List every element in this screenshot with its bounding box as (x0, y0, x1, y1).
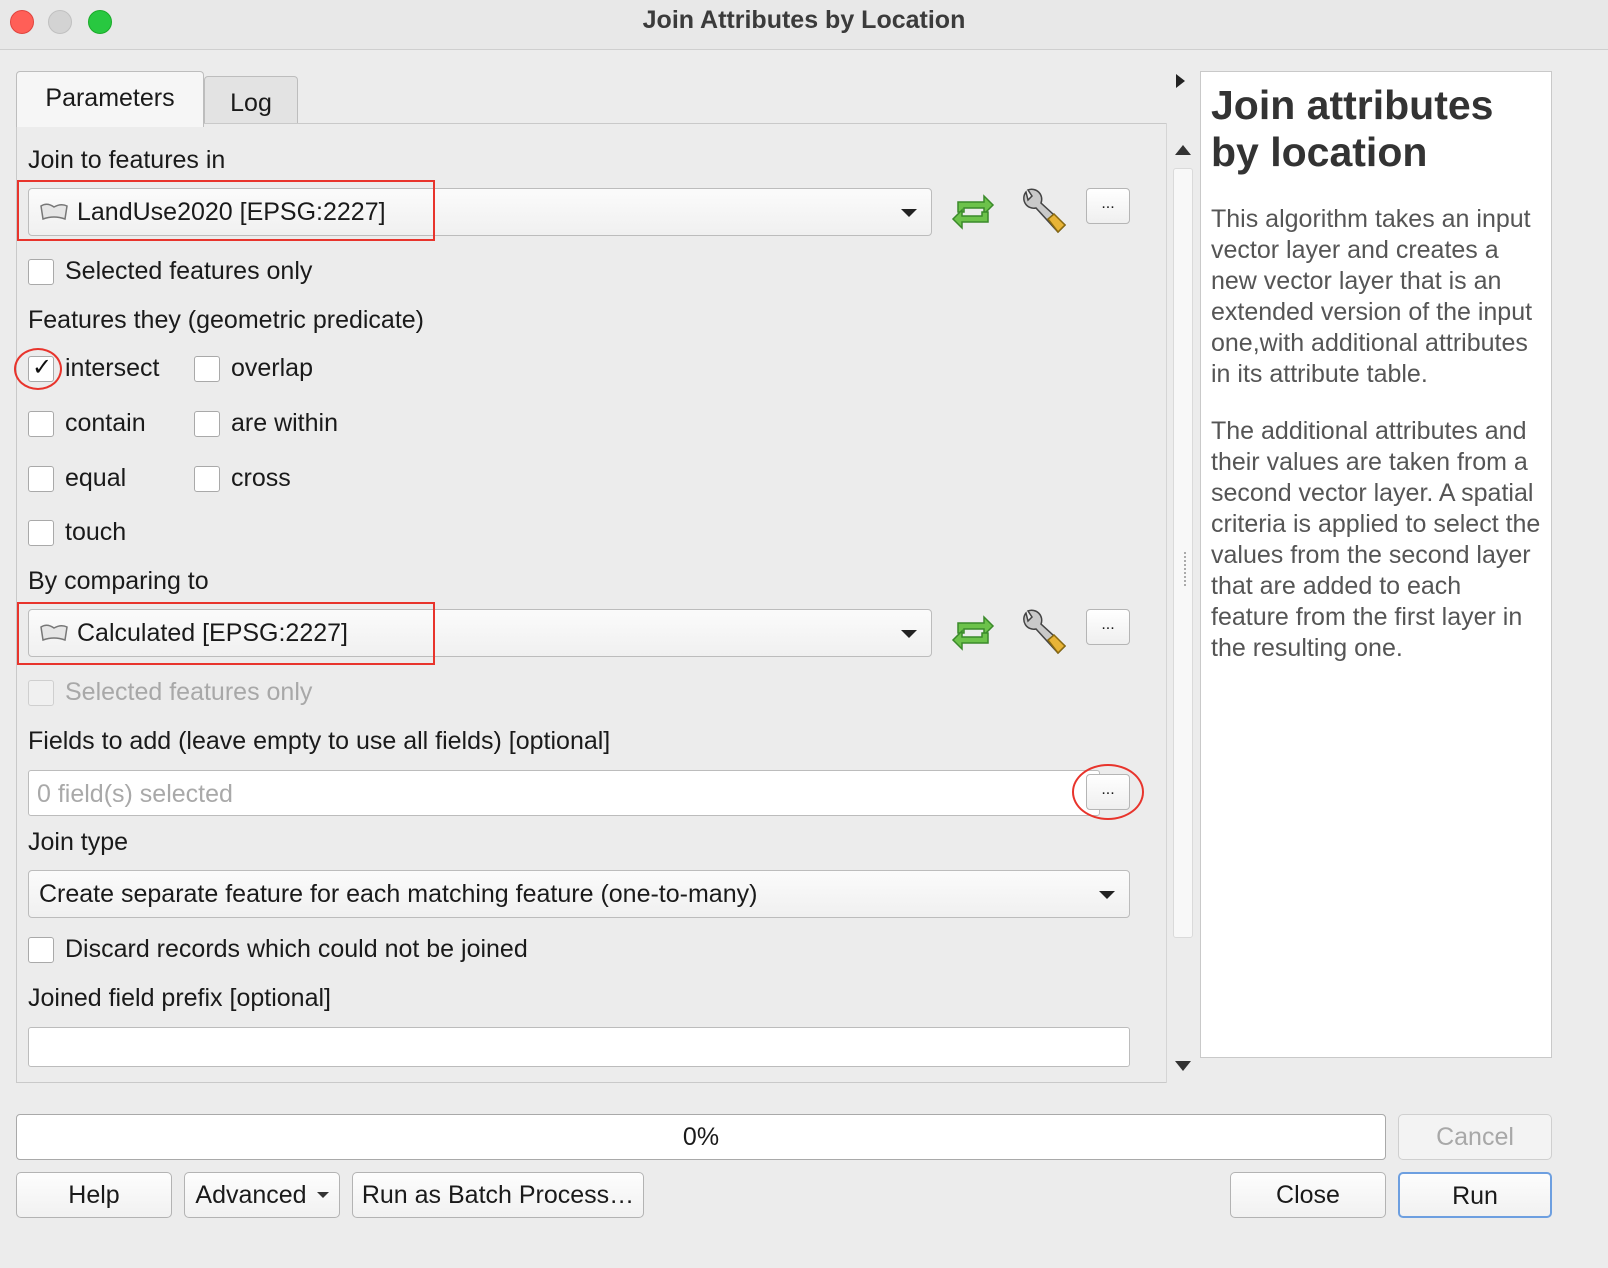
predicate-touch-label: touch (65, 518, 127, 546)
fields-select-button[interactable]: ... (1086, 774, 1130, 810)
join-to-combo[interactable]: LandUse2020 [EPSG:2227] (28, 188, 932, 236)
chevron-down-icon (1099, 891, 1115, 899)
discard-label: Discard records which could not be joine… (65, 935, 528, 963)
predicate-equal-checkbox[interactable] (28, 466, 54, 492)
compare-more-button[interactable]: ... (1086, 609, 1130, 645)
scroll-down-icon[interactable] (1175, 1061, 1191, 1071)
predicate-overlap-label: overlap (231, 354, 313, 382)
iterate-icon[interactable] (950, 192, 996, 232)
window-title: Join Attributes by Location (642, 6, 966, 34)
tab-log[interactable]: Log (204, 76, 298, 126)
help-button[interactable]: Help (16, 1172, 172, 1218)
join-type-label: Join type (28, 828, 129, 856)
join-to-value: LandUse2020 [EPSG:2227] (77, 198, 386, 226)
predicate-touch-checkbox[interactable] (28, 520, 54, 546)
tab-parameters[interactable]: Parameters (16, 71, 204, 127)
chevron-down-icon (901, 209, 917, 217)
compare-value: Calculated [EPSG:2227] (77, 619, 348, 647)
compare-combo[interactable]: Calculated [EPSG:2227] (28, 609, 932, 657)
compare-selected-only-checkbox[interactable] (28, 680, 54, 706)
parameters-scrollbar[interactable] (1166, 123, 1198, 1083)
help-paragraph-1: This algorithm takes an input vector lay… (1211, 205, 1533, 388)
run-button[interactable]: Run (1398, 1172, 1552, 1218)
wrench-icon[interactable] (1018, 186, 1070, 238)
scroll-up-icon[interactable] (1175, 145, 1191, 155)
checkmark-icon: ✓ (32, 354, 53, 381)
scrollbar-thumb[interactable] (1173, 168, 1193, 938)
chevron-down-icon (316, 1192, 329, 1198)
discard-checkbox[interactable] (28, 937, 54, 963)
prefix-input[interactable] (28, 1027, 1130, 1067)
predicate-contain-label: contain (65, 409, 146, 437)
predicate-intersect-label: intersect (65, 354, 160, 382)
polygon-layer-icon (40, 203, 68, 221)
predicate-label: Features they (geometric predicate) (28, 306, 425, 334)
batch-process-button[interactable]: Run as Batch Process… (352, 1172, 644, 1218)
iterate-icon[interactable] (950, 613, 996, 653)
polygon-layer-icon (40, 624, 68, 642)
advanced-label: Advanced (195, 1181, 307, 1209)
cancel-button[interactable]: Cancel (1398, 1114, 1552, 1160)
collapse-help-icon[interactable] (1176, 74, 1185, 88)
fields-input[interactable]: 0 field(s) selected (28, 770, 1100, 816)
fields-label: Fields to add (leave empty to use all fi… (28, 727, 611, 755)
compare-label: By comparing to (28, 567, 209, 595)
help-paragraph-2: The additional attributes and their valu… (1211, 417, 1541, 662)
predicate-cross-checkbox[interactable] (194, 466, 220, 492)
predicate-cross-label: cross (231, 464, 291, 492)
advanced-button[interactable]: Advanced (184, 1172, 340, 1218)
title-bar: Join Attributes by Location (0, 0, 1608, 50)
help-title: Join attributes by location (1211, 82, 1494, 175)
compare-selected-only-label: Selected features only (65, 678, 313, 706)
join-type-value: Create separate feature for each matchin… (39, 880, 758, 908)
predicate-equal-label: equal (65, 464, 127, 492)
splitter-handle[interactable] (1184, 552, 1186, 586)
join-to-label: Join to features in (28, 146, 226, 174)
join-to-more-button[interactable]: ... (1086, 188, 1130, 224)
predicate-within-label: are within (231, 409, 338, 437)
predicate-overlap-checkbox[interactable] (194, 356, 220, 382)
predicate-within-checkbox[interactable] (194, 411, 220, 437)
chevron-down-icon (901, 630, 917, 638)
wrench-icon[interactable] (1018, 607, 1070, 659)
join-to-selected-only-label: Selected features only (65, 257, 313, 285)
join-type-combo[interactable]: Create separate feature for each matchin… (28, 870, 1130, 918)
close-button[interactable]: Close (1230, 1172, 1386, 1218)
join-to-selected-only-checkbox[interactable] (28, 259, 54, 285)
prefix-label: Joined field prefix [optional] (28, 984, 331, 1012)
progress-bar: 0% (16, 1114, 1386, 1160)
predicate-intersect-checkbox[interactable]: ✓ (28, 354, 54, 382)
help-panel: Join attributes by location This algorit… (1200, 71, 1552, 1058)
predicate-contain-checkbox[interactable] (28, 411, 54, 437)
